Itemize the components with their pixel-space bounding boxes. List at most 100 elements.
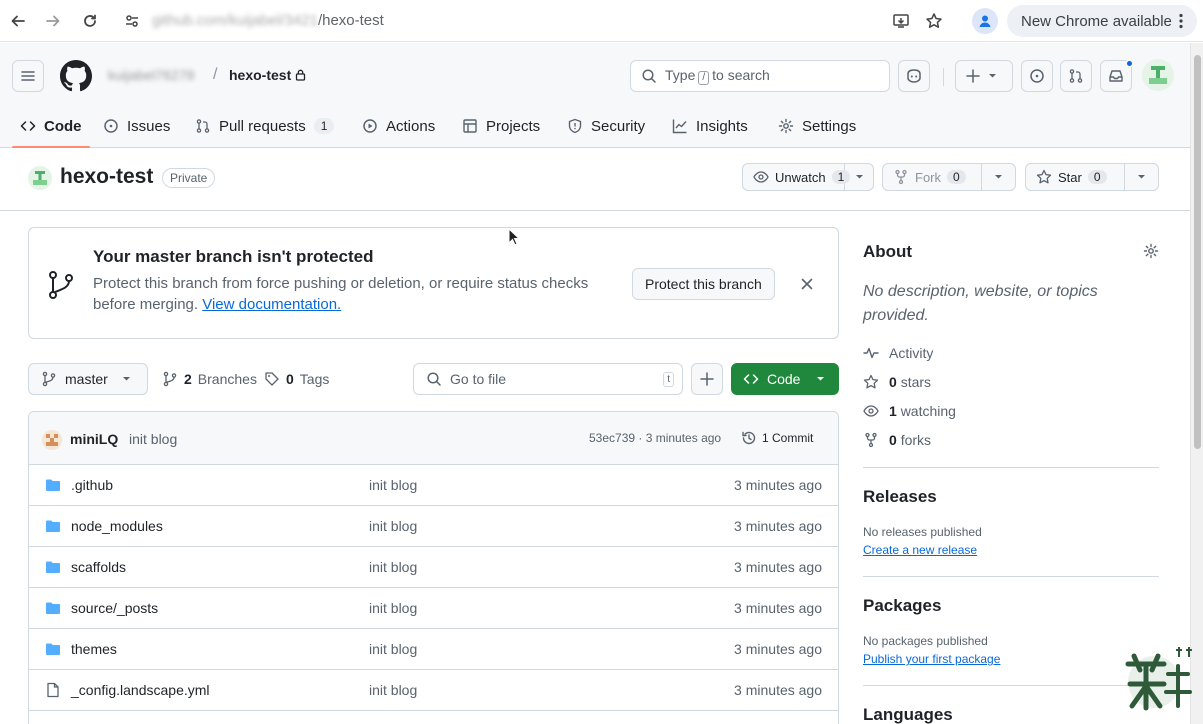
scrollbar-thumb[interactable] bbox=[1194, 55, 1201, 449]
banner-title: Your master branch isn't protected bbox=[93, 247, 374, 266]
table-row[interactable]: _config.landscape.yml init blog 3 minute… bbox=[29, 670, 838, 711]
bookmark-star-icon[interactable] bbox=[923, 10, 945, 32]
gear-icon[interactable] bbox=[1143, 243, 1159, 259]
file-name[interactable]: node_modules bbox=[71, 518, 163, 534]
commit-history-link[interactable]: 1 Commit bbox=[741, 430, 813, 446]
file-commit-message[interactable]: init blog bbox=[369, 559, 417, 575]
commit-author-avatar[interactable] bbox=[42, 430, 62, 450]
caret-down-icon bbox=[988, 73, 997, 79]
create-new-button[interactable] bbox=[955, 60, 1013, 92]
install-app-icon[interactable] bbox=[890, 10, 912, 32]
file-name[interactable]: .github bbox=[71, 477, 113, 493]
branches-link[interactable]: 2 Branches bbox=[162, 363, 257, 395]
issues-icon[interactable] bbox=[1021, 60, 1053, 92]
notification-dot bbox=[1125, 59, 1134, 68]
tab-actions[interactable]: Actions bbox=[362, 105, 435, 147]
tab-pull-requests[interactable]: Pull requests 1 bbox=[195, 105, 335, 147]
about-description: No description, website, or topics provi… bbox=[863, 283, 1098, 324]
code-dropdown-button[interactable]: Code bbox=[731, 363, 839, 395]
fork-dropdown-caret[interactable] bbox=[982, 164, 1015, 190]
file-name[interactable]: source/_posts bbox=[71, 600, 158, 616]
commit-author[interactable]: miniLQ bbox=[70, 431, 118, 447]
star-dropdown-caret[interactable] bbox=[1125, 164, 1158, 190]
table-row[interactable]: scaffolds init blog 3 minutes ago bbox=[29, 547, 838, 588]
caret-down-icon bbox=[122, 376, 131, 382]
repo-title[interactable]: hexo-test bbox=[60, 165, 153, 189]
fork-button[interactable]: Fork 0 bbox=[882, 163, 1016, 191]
file-commit-message[interactable]: init blog bbox=[369, 518, 417, 534]
tab-security[interactable]: Security bbox=[567, 105, 645, 147]
page-scrollbar[interactable] bbox=[1190, 43, 1203, 724]
git-pull-request-icon bbox=[195, 118, 211, 134]
tab-settings[interactable]: Settings bbox=[778, 105, 856, 147]
releases-heading[interactable]: Releases bbox=[863, 487, 937, 507]
hamburger-menu-icon[interactable] bbox=[12, 60, 44, 92]
breadcrumb-separator: / bbox=[213, 66, 218, 83]
table-row[interactable]: .github init blog 3 minutes ago bbox=[29, 465, 838, 506]
github-logo-icon[interactable] bbox=[60, 60, 92, 92]
tab-issues[interactable]: Issues bbox=[103, 105, 170, 147]
tab-projects[interactable]: Projects bbox=[462, 105, 540, 147]
file-commit-message[interactable]: init blog bbox=[369, 600, 417, 616]
file-name[interactable]: _config.landscape.yml bbox=[71, 682, 210, 698]
add-file-button[interactable] bbox=[691, 363, 723, 395]
publish-package-link[interactable]: Publish your first package bbox=[863, 652, 1000, 666]
unwatch-label: Unwatch bbox=[775, 169, 826, 185]
table-row[interactable]: source/_posts init blog 3 minutes ago bbox=[29, 588, 838, 629]
commit-message[interactable]: init blog bbox=[129, 431, 177, 447]
branch-selector[interactable]: master bbox=[28, 363, 148, 395]
user-avatar[interactable] bbox=[1142, 59, 1174, 91]
file-commit-message[interactable]: init blog bbox=[369, 682, 417, 698]
activity-link[interactable]: Activity bbox=[863, 345, 933, 361]
view-documentation-link[interactable]: View documentation. bbox=[202, 296, 341, 313]
copilot-icon[interactable] bbox=[898, 60, 930, 92]
protect-branch-button[interactable]: Protect this branch bbox=[632, 268, 775, 300]
go-to-file-input[interactable]: Go to file t bbox=[413, 363, 683, 395]
watching-link[interactable]: 1 watching bbox=[863, 403, 956, 419]
reload-icon[interactable] bbox=[80, 11, 100, 31]
issue-opened-icon bbox=[103, 118, 119, 134]
create-release-link[interactable]: Create a new release bbox=[863, 543, 977, 557]
kebab-menu-icon[interactable] bbox=[1179, 13, 1183, 29]
table-row[interactable]: node_modules init blog 3 minutes ago bbox=[29, 506, 838, 547]
watching-count: 1 bbox=[889, 403, 897, 419]
file-commit-time: 3 minutes ago bbox=[734, 518, 822, 534]
file-name[interactable]: scaffolds bbox=[71, 559, 126, 575]
table-row[interactable]: themes init blog 3 minutes ago bbox=[29, 629, 838, 670]
tags-link[interactable]: 0 Tags bbox=[264, 363, 329, 395]
packages-heading[interactable]: Packages bbox=[863, 596, 941, 616]
global-search-input[interactable]: Type / to search bbox=[630, 60, 890, 92]
address-bar[interactable]: github.com/kuijabel/3421/hexo-test bbox=[152, 11, 384, 31]
file-commit-message[interactable]: init blog bbox=[369, 477, 417, 493]
tab-insights[interactable]: Insights bbox=[672, 105, 748, 147]
site-settings-icon[interactable] bbox=[122, 11, 142, 31]
plus-icon bbox=[700, 372, 714, 386]
file-commit-message[interactable]: init blog bbox=[369, 641, 417, 657]
unwatch-button[interactable]: Unwatch 1 bbox=[742, 163, 874, 191]
unwatch-dropdown-caret[interactable] bbox=[845, 164, 873, 190]
folder-icon bbox=[45, 518, 61, 534]
file-name[interactable]: themes bbox=[71, 641, 117, 657]
url-blurred: github.com/kuijabel/3421 bbox=[152, 12, 318, 29]
repo-forked-icon bbox=[893, 169, 909, 185]
browser-toolbar: github.com/kuijabel/3421/hexo-test New C… bbox=[0, 0, 1203, 42]
stars-link[interactable]: 0 stars bbox=[863, 374, 931, 390]
repo-owner-avatar[interactable] bbox=[28, 166, 52, 190]
pull-requests-icon[interactable] bbox=[1060, 60, 1092, 92]
star-label: Star bbox=[1058, 169, 1082, 185]
forks-link[interactable]: 0 forks bbox=[863, 432, 931, 448]
tab-actions-label: Actions bbox=[386, 117, 436, 135]
forward-icon[interactable] bbox=[43, 11, 63, 31]
chrome-profile-avatar[interactable] bbox=[972, 8, 998, 34]
tab-code[interactable]: Code bbox=[12, 105, 89, 148]
commit-hash-time[interactable]: 53ec739 · 3 minutes ago bbox=[589, 431, 721, 445]
repo-breadcrumb[interactable]: hexo-test bbox=[229, 67, 306, 83]
search-placeholder: Type / to search bbox=[665, 67, 770, 85]
close-icon[interactable] bbox=[797, 274, 817, 294]
back-icon[interactable] bbox=[8, 11, 28, 31]
mouse-cursor-icon bbox=[508, 228, 520, 246]
forks-count: 0 bbox=[889, 432, 897, 448]
new-chrome-available-button[interactable]: New Chrome available bbox=[1007, 5, 1197, 37]
star-button[interactable]: Star 0 bbox=[1025, 163, 1159, 191]
owner-name[interactable]: kuijabel76278 bbox=[108, 67, 194, 83]
